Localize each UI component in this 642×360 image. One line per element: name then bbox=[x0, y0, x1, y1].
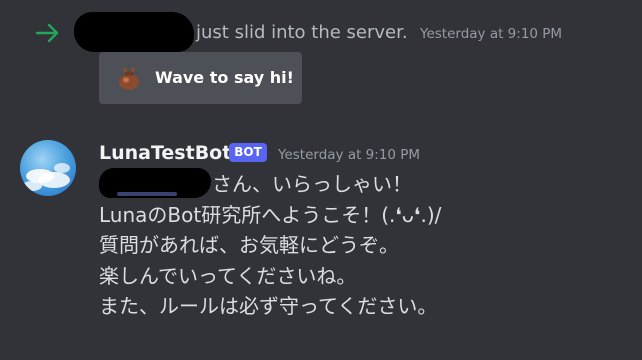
author-name[interactable]: LunaTestBot bbox=[99, 141, 231, 165]
bot-badge: BOT bbox=[229, 143, 267, 162]
join-arrow-icon bbox=[35, 23, 59, 43]
redacted-mention bbox=[99, 168, 211, 198]
message-line: LunaのBot研究所へようこそ！(.❛ᴗ❛.)/ bbox=[99, 203, 442, 227]
message-timestamp[interactable]: Yesterday at 9:10 PM bbox=[278, 146, 420, 164]
message-line: さん、いらっしゃい！ bbox=[212, 172, 412, 196]
join-text: just slid into the server. bbox=[196, 22, 408, 43]
avatar[interactable] bbox=[20, 140, 76, 196]
wave-button[interactable]: Wave to say hi! bbox=[99, 52, 302, 104]
message-line: 楽しんでいってくださいね。 bbox=[99, 264, 357, 288]
message-line: また、ルールは必ず守ってください。 bbox=[99, 294, 438, 318]
wave-button-label: Wave to say hi! bbox=[155, 68, 294, 87]
join-timestamp[interactable]: Yesterday at 9:10 PM bbox=[420, 25, 562, 43]
redacted-username bbox=[74, 12, 194, 52]
system-join-message: just slid into the server. Yesterday at … bbox=[0, 12, 642, 52]
message-line: 質問があれば、お気軽にどうぞ。 bbox=[99, 233, 399, 257]
waving-bag-icon bbox=[119, 67, 139, 90]
chat-messages: just slid into the server. Yesterday at … bbox=[0, 0, 642, 360]
sky-clouds-image bbox=[22, 163, 70, 191]
